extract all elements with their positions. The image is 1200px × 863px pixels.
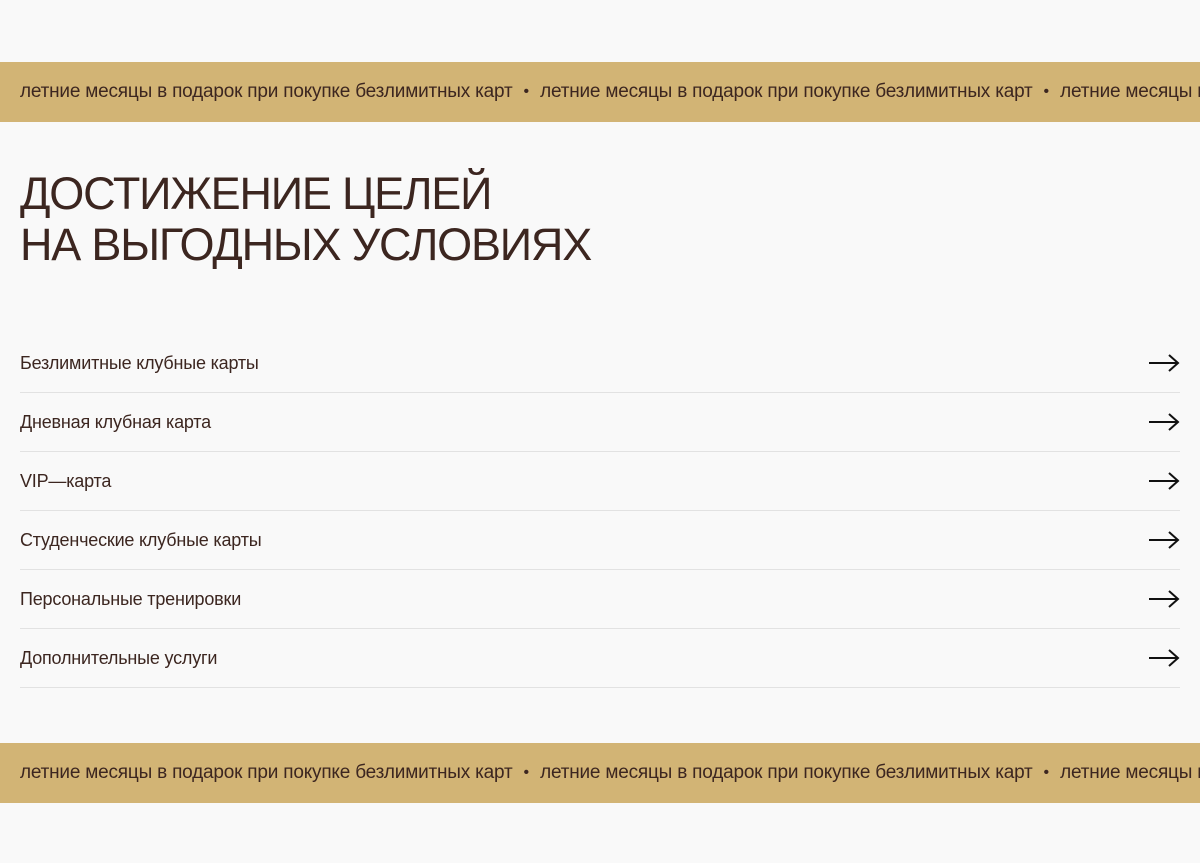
ticker-text: летние месяцы в подарок при покупке безл… — [540, 762, 1033, 783]
ticker-separator: • — [523, 83, 530, 100]
menu-item-unlimited-cards[interactable]: Безлимитные клубные карты — [20, 334, 1180, 393]
ticker-text: летние месяцы в подарок при покупке безл… — [1060, 762, 1200, 783]
arrow-right-icon — [1149, 649, 1180, 667]
ticker-text: летние месяцы в подарок при покупке безл… — [20, 762, 513, 783]
menu-item-personal-training[interactable]: Персональные тренировки — [20, 570, 1180, 629]
menu-item-additional-services[interactable]: Дополнительные услуги — [20, 629, 1180, 688]
ticker-text: летние месяцы в подарок при покупке безл… — [540, 81, 1033, 102]
menu-item-day-card[interactable]: Дневная клубная карта — [20, 393, 1180, 452]
arrow-right-icon — [1149, 590, 1180, 608]
ticker-track: летние месяцы в подарок при покупке безл… — [20, 743, 1200, 803]
page-title-line-1: ДОСТИЖЕНИЕ ЦЕЛЕЙ — [20, 168, 492, 219]
menu-item-vip-card[interactable]: VIP—карта — [20, 452, 1180, 511]
arrow-right-icon — [1149, 413, 1180, 431]
ticker-separator: • — [1043, 83, 1050, 100]
arrow-right-icon — [1149, 531, 1180, 549]
ticker-track: летние месяцы в подарок при покупке безл… — [20, 62, 1200, 122]
membership-menu: Безлимитные клубные карты Дневная клубна… — [20, 334, 1180, 688]
menu-item-label: Дополнительные услуги — [20, 647, 218, 668]
menu-item-student-cards[interactable]: Студенческие клубные карты — [20, 511, 1180, 570]
ticker-text: летние месяцы в подарок при покупке безл… — [1060, 81, 1200, 102]
menu-item-label: VIP—карта — [20, 470, 112, 491]
page-title-line-2: НА ВЫГОДНЫХ УСЛОВИЯХ — [20, 219, 592, 270]
menu-item-label: Дневная клубная карта — [20, 411, 211, 432]
promo-ticker-bottom: летние месяцы в подарок при покупке безл… — [0, 743, 1200, 803]
menu-item-label: Персональные тренировки — [20, 588, 242, 609]
menu-item-label: Студенческие клубные карты — [20, 529, 262, 550]
ticker-text: летние месяцы в подарок при покупке безл… — [20, 81, 513, 102]
ticker-separator: • — [523, 764, 530, 781]
ticker-separator: • — [1043, 764, 1050, 781]
arrow-right-icon — [1149, 472, 1180, 490]
promo-ticker-top: летние месяцы в подарок при покупке безл… — [0, 62, 1200, 122]
page-title: ДОСТИЖЕНИЕ ЦЕЛЕЙ НА ВЫГОДНЫХ УСЛОВИЯХ — [20, 168, 592, 270]
menu-item-label: Безлимитные клубные карты — [20, 352, 259, 373]
arrow-right-icon — [1149, 354, 1180, 372]
